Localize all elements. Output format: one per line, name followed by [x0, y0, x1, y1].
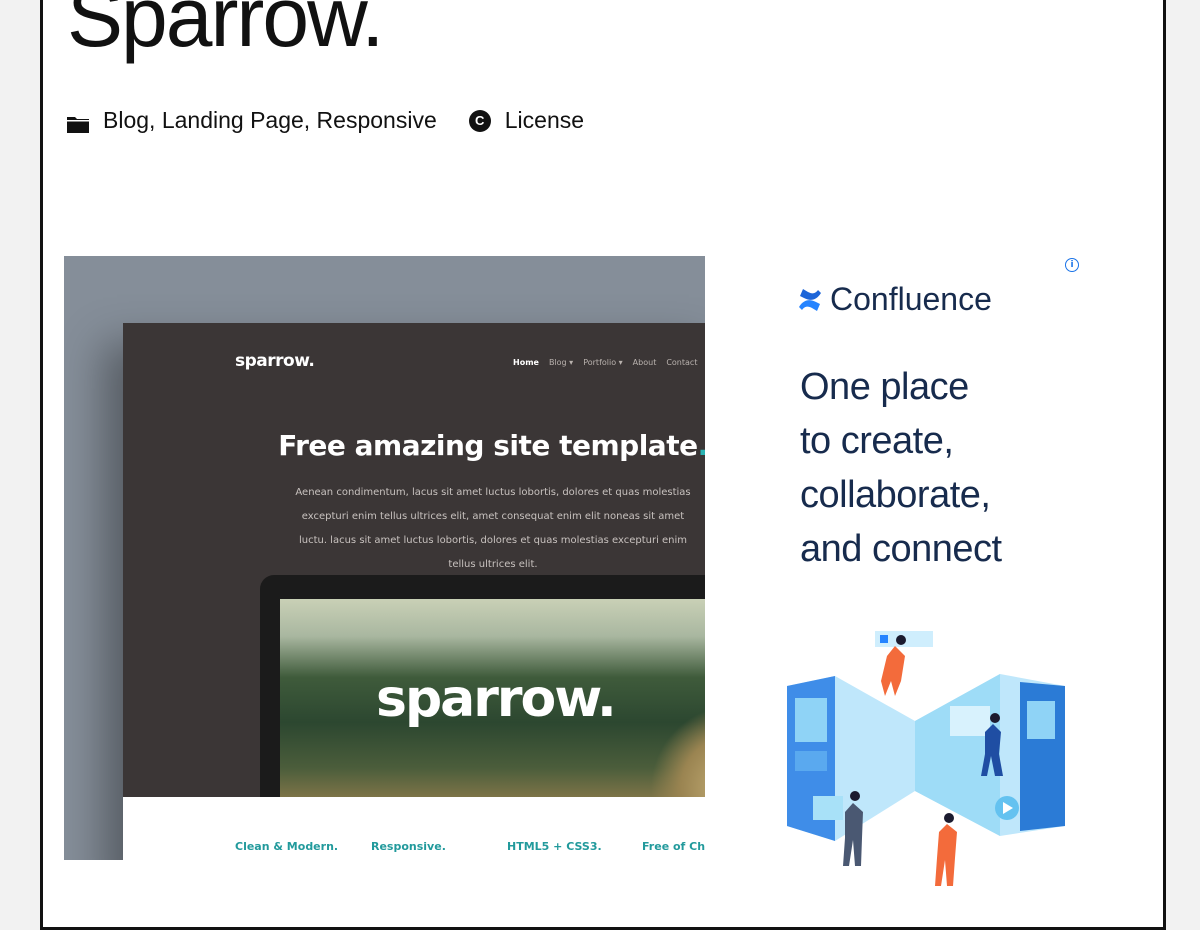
copyright-icon: C: [468, 109, 491, 132]
preview-headline-dot: .: [698, 429, 705, 462]
preview-nav-about: About: [632, 358, 657, 367]
ad-brand-name: Confluence: [830, 281, 992, 317]
ad-headline-line: One place: [800, 366, 969, 408]
ad-headline-line: collaborate,: [800, 474, 991, 516]
folder-icon: [67, 112, 89, 133]
confluence-logo-icon: [799, 288, 821, 311]
preview-nav-blog: Blog ▾: [548, 358, 574, 367]
preview-feature: Responsive.: [371, 840, 446, 853]
preview-nav-contact: Contact: [666, 358, 698, 367]
preview-screen-logo: sparrow.: [376, 669, 617, 729]
preview-nav-portfolio: Portfolio ▾: [583, 358, 623, 367]
ad-brand: Confluence: [798, 281, 992, 318]
info-icon[interactable]: i: [1065, 258, 1079, 272]
preview-body-text: Aenean condimentum, lacus sit amet luctu…: [295, 487, 691, 570]
preview-nav: Home Blog ▾ Portfolio ▾ About Contact: [513, 358, 697, 367]
preview-screen-grass: [650, 705, 705, 805]
confluence-ad[interactable]: i Confluence One place to create, collab…: [765, 256, 1085, 896]
preview-feature: Free of Charg: [642, 840, 705, 853]
preview-feature: HTML5 + CSS3.: [507, 840, 602, 853]
preview-logo: sparrow.: [235, 351, 315, 371]
template-preview-image[interactable]: sparrow. Home Blog ▾ Portfolio ▾ About C…: [64, 256, 705, 860]
license-link[interactable]: License: [505, 107, 584, 134]
preview-headline: Free amazing site template.: [123, 429, 705, 462]
project-card: Sparrow. Blog, Landing Page, Responsive …: [40, 0, 1166, 930]
preview-feature: Clean & Modern.: [235, 840, 339, 853]
ad-headline: One place to create, collaborate, and co…: [800, 360, 1002, 576]
preview-features: Clean & Modern. Responsive. HTML5 + CSS3…: [123, 797, 705, 860]
preview-laptop-screen: sparrow.: [280, 599, 705, 805]
preview-laptop: sparrow.: [260, 575, 705, 805]
preview-nav-home: Home: [513, 358, 539, 367]
categories-links[interactable]: Blog, Landing Page, Responsive: [103, 107, 437, 134]
categories-meta: Blog, Landing Page, Responsive: [67, 107, 437, 134]
preview-site-mockup: sparrow. Home Blog ▾ Portfolio ▾ About C…: [123, 323, 705, 860]
page-title: Sparrow.: [67, 0, 384, 64]
project-meta: Blog, Landing Page, Responsive C License: [67, 107, 584, 134]
license-meta: C License: [468, 107, 584, 134]
preview-headline-text: Free amazing site template: [278, 429, 698, 462]
ad-collaboration-illustration: [787, 631, 1065, 886]
ad-headline-line: and connect: [800, 528, 1002, 570]
ad-headline-line: to create,: [800, 420, 954, 462]
